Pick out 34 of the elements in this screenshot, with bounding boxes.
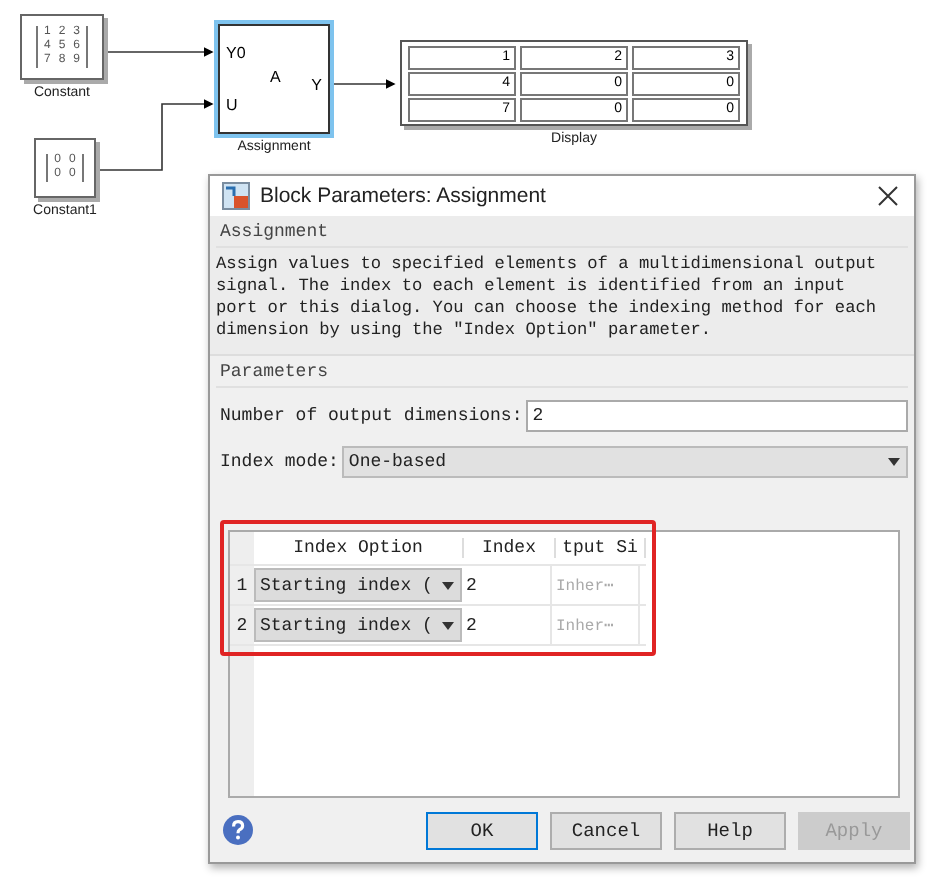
section-heading: Parameters [216, 360, 908, 389]
dialog-button[interactable]: Cancel [550, 811, 662, 850]
port-label: Y0 [226, 44, 246, 62]
dropdown[interactable]: Starting index ( [254, 608, 462, 643]
dialog-button[interactable]: OK [426, 811, 538, 850]
dropdown[interactable]: Starting index ( [254, 568, 462, 603]
row-number: 2 [234, 613, 250, 640]
signal-line [105, 47, 214, 57]
caret-icon [442, 581, 454, 590]
column-header: Index [464, 537, 556, 558]
help-icon[interactable] [222, 814, 254, 847]
dropdown[interactable]: One-based [342, 446, 908, 479]
dialog-button[interactable]: Help [674, 811, 786, 850]
signal-line [97, 99, 214, 171]
description-text: Assign values to specified elements of a multidimensional output signal. The index to each element is identified from an input port or this dialog. You can choose the indexing method for each dimension by using the "Index Option" parameter. [216, 254, 879, 343]
input-field[interactable]: 2 [526, 400, 908, 433]
field-label: Number of output dimensions: [218, 406, 523, 427]
close-icon[interactable] [878, 186, 898, 207]
block-symbol: A [270, 68, 281, 86]
caret-icon [888, 458, 900, 467]
table-cell[interactable]: 2 [462, 566, 552, 605]
window-title: Block Parameters: Assignment [260, 184, 548, 209]
signal-line [331, 79, 396, 89]
assignment-block[interactable]: Y0 U A Y [218, 24, 330, 134]
block-icon [222, 182, 250, 211]
port-label: Y [311, 76, 322, 94]
port-label: U [226, 96, 238, 114]
row-number: 1 [234, 573, 250, 600]
field-label: Index mode: [218, 452, 339, 473]
section-heading: Assignment [216, 220, 908, 249]
caret-icon [442, 621, 454, 630]
column-header: tput Si [556, 537, 646, 558]
table-cell[interactable]: 2 [462, 606, 552, 645]
column-header: Index Option [254, 537, 464, 558]
